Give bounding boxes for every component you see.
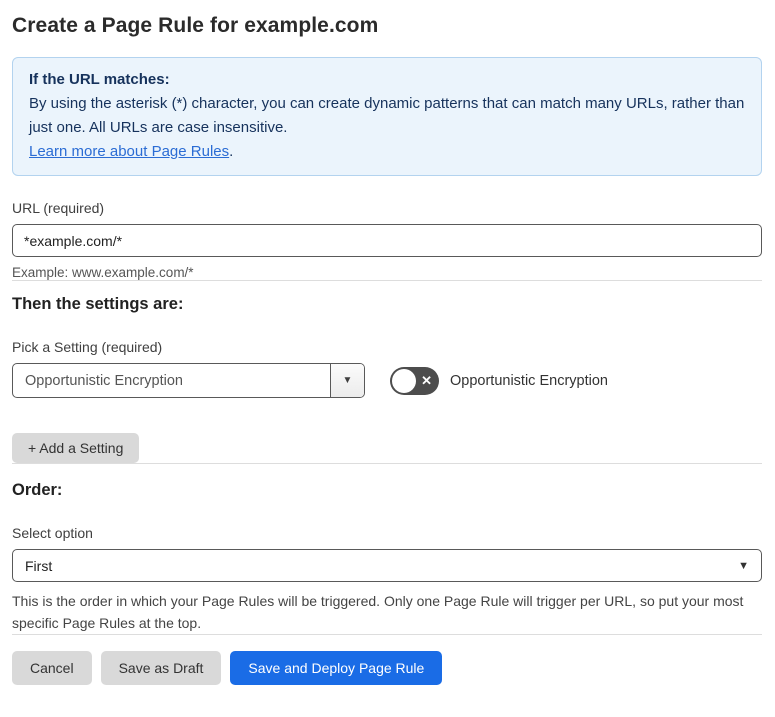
learn-more-link[interactable]: Learn more about Page Rules <box>29 143 229 160</box>
footer-actions: Cancel Save as Draft Save and Deploy Pag… <box>12 651 762 685</box>
order-section-heading: Order: <box>12 481 63 499</box>
add-setting-button[interactable]: + Add a Setting <box>12 433 140 463</box>
save-and-deploy-button[interactable]: Save and Deploy Page Rule <box>230 651 443 685</box>
info-box-body: By using the asterisk (*) character, you… <box>29 95 745 136</box>
cancel-button[interactable]: Cancel <box>12 651 92 685</box>
setting-dropdown[interactable]: Opportunistic Encryption ▼ <box>12 363 365 398</box>
link-period: . <box>229 143 234 160</box>
info-box-heading: If the URL matches: <box>29 71 170 88</box>
section-divider <box>12 280 762 281</box>
footer-divider <box>12 634 762 635</box>
url-field-label: URL (required) <box>12 200 105 216</box>
dropdown-arrow-button[interactable]: ▼ <box>330 364 364 397</box>
toggle-knob <box>392 368 416 393</box>
url-example-helper: Example: www.example.com/* <box>12 265 194 280</box>
page-title: Create a Page Rule for example.com <box>12 14 379 37</box>
chevron-down-icon: ▼ <box>342 375 353 386</box>
opportunistic-encryption-toggle[interactable]: ✕ <box>390 366 439 395</box>
order-select[interactable]: First ▼ <box>12 549 762 582</box>
order-select-label: Select option <box>12 525 93 541</box>
url-match-info-box: If the URL matches: By using the asteris… <box>12 57 762 176</box>
setting-dropdown-value: Opportunistic Encryption <box>25 372 183 389</box>
section-divider <box>12 463 762 464</box>
page-rule-form: Create a Page Rule for example.com If th… <box>0 0 775 717</box>
url-input[interactable] <box>12 224 762 257</box>
pick-setting-label: Pick a Setting (required) <box>12 339 163 355</box>
settings-section-heading: Then the settings are: <box>12 295 184 313</box>
order-helper-text: This is the order in which your Page Rul… <box>12 593 744 631</box>
toggle-label: Opportunistic Encryption <box>450 372 608 389</box>
setting-row: Opportunistic Encryption ▼ ✕ Opportunist… <box>12 363 762 398</box>
select-arrow-icon: ▼ <box>738 559 749 572</box>
info-box-link-line: Learn more about Page Rules. <box>29 140 745 164</box>
order-select-value: First <box>25 557 53 574</box>
save-as-draft-button[interactable]: Save as Draft <box>100 651 222 685</box>
toggle-off-x-icon: ✕ <box>421 372 432 388</box>
